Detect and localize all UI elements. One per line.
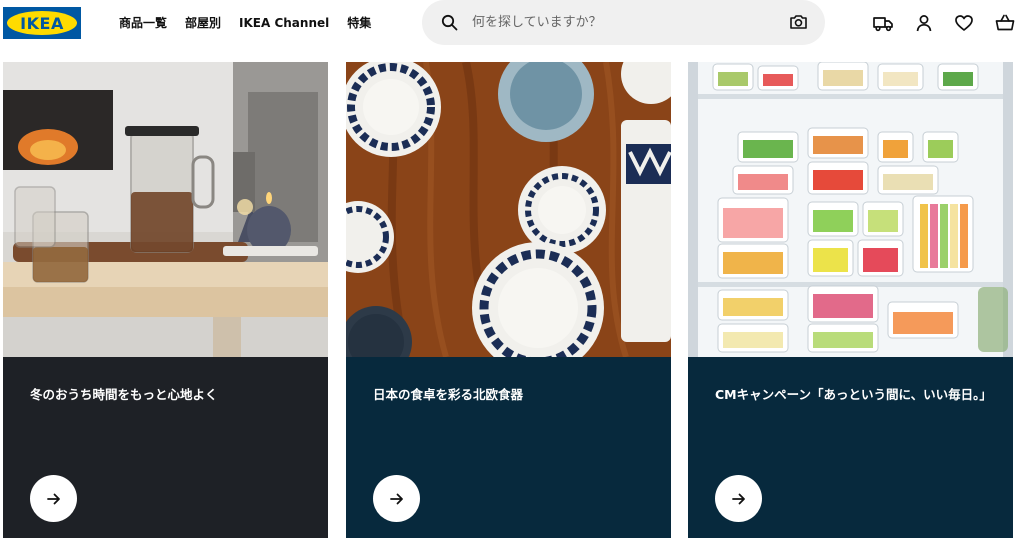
search-bar[interactable]: [422, 0, 825, 45]
heart-icon[interactable]: [953, 12, 975, 34]
user-icon[interactable]: [913, 12, 935, 34]
card-title[interactable]: CMキャンペーン「あっという間に、いい毎日。」: [715, 384, 995, 405]
site-header: IKEA 商品一覧 部屋別 IKEA Channel 特集: [0, 0, 1024, 52]
arrow-right-button[interactable]: [715, 475, 762, 522]
promo-card-tableware[interactable]: 日本の食卓を彩る北欧食器: [346, 62, 671, 538]
arrow-right-icon: [389, 493, 403, 504]
truck-icon[interactable]: [872, 12, 894, 34]
card-image-fridge-containers: [688, 62, 1013, 357]
logo-oval: IKEA: [7, 11, 77, 35]
arrow-right-icon: [731, 493, 745, 504]
ikea-logo[interactable]: IKEA: [3, 7, 81, 39]
card-title[interactable]: 冬のおうち時間をもっと心地よく: [30, 384, 310, 405]
card-image-winter-tea: [3, 62, 328, 357]
search-icon: [441, 14, 458, 31]
basket-icon[interactable]: [994, 12, 1016, 34]
nav-item-ikea-channel[interactable]: IKEA Channel: [239, 14, 329, 32]
card-panel: CMキャンペーン「あっという間に、いい毎日。」: [688, 357, 1013, 538]
card-image-nordic-tableware: [346, 62, 671, 357]
card-panel: 冬のおうち時間をもっと心地よく: [3, 357, 328, 538]
arrow-right-icon: [46, 493, 60, 504]
camera-icon[interactable]: [789, 13, 808, 31]
nav-item-products[interactable]: 商品一覧: [119, 14, 167, 32]
card-panel: 日本の食卓を彩る北欧食器: [346, 357, 671, 538]
promo-card-winter[interactable]: 冬のおうち時間をもっと心地よく: [3, 62, 328, 538]
arrow-right-button[interactable]: [30, 475, 77, 522]
card-title[interactable]: 日本の食卓を彩る北欧食器: [373, 384, 653, 405]
promo-card-cm-campaign[interactable]: CMキャンペーン「あっという間に、いい毎日。」: [688, 62, 1013, 538]
nav-item-rooms[interactable]: 部屋別: [185, 14, 221, 32]
arrow-right-button[interactable]: [373, 475, 420, 522]
main-nav: 商品一覧 部屋別 IKEA Channel 特集: [119, 14, 389, 32]
search-input[interactable]: [472, 11, 772, 33]
nav-item-features[interactable]: 特集: [347, 14, 371, 32]
logo-text: IKEA: [20, 13, 64, 33]
